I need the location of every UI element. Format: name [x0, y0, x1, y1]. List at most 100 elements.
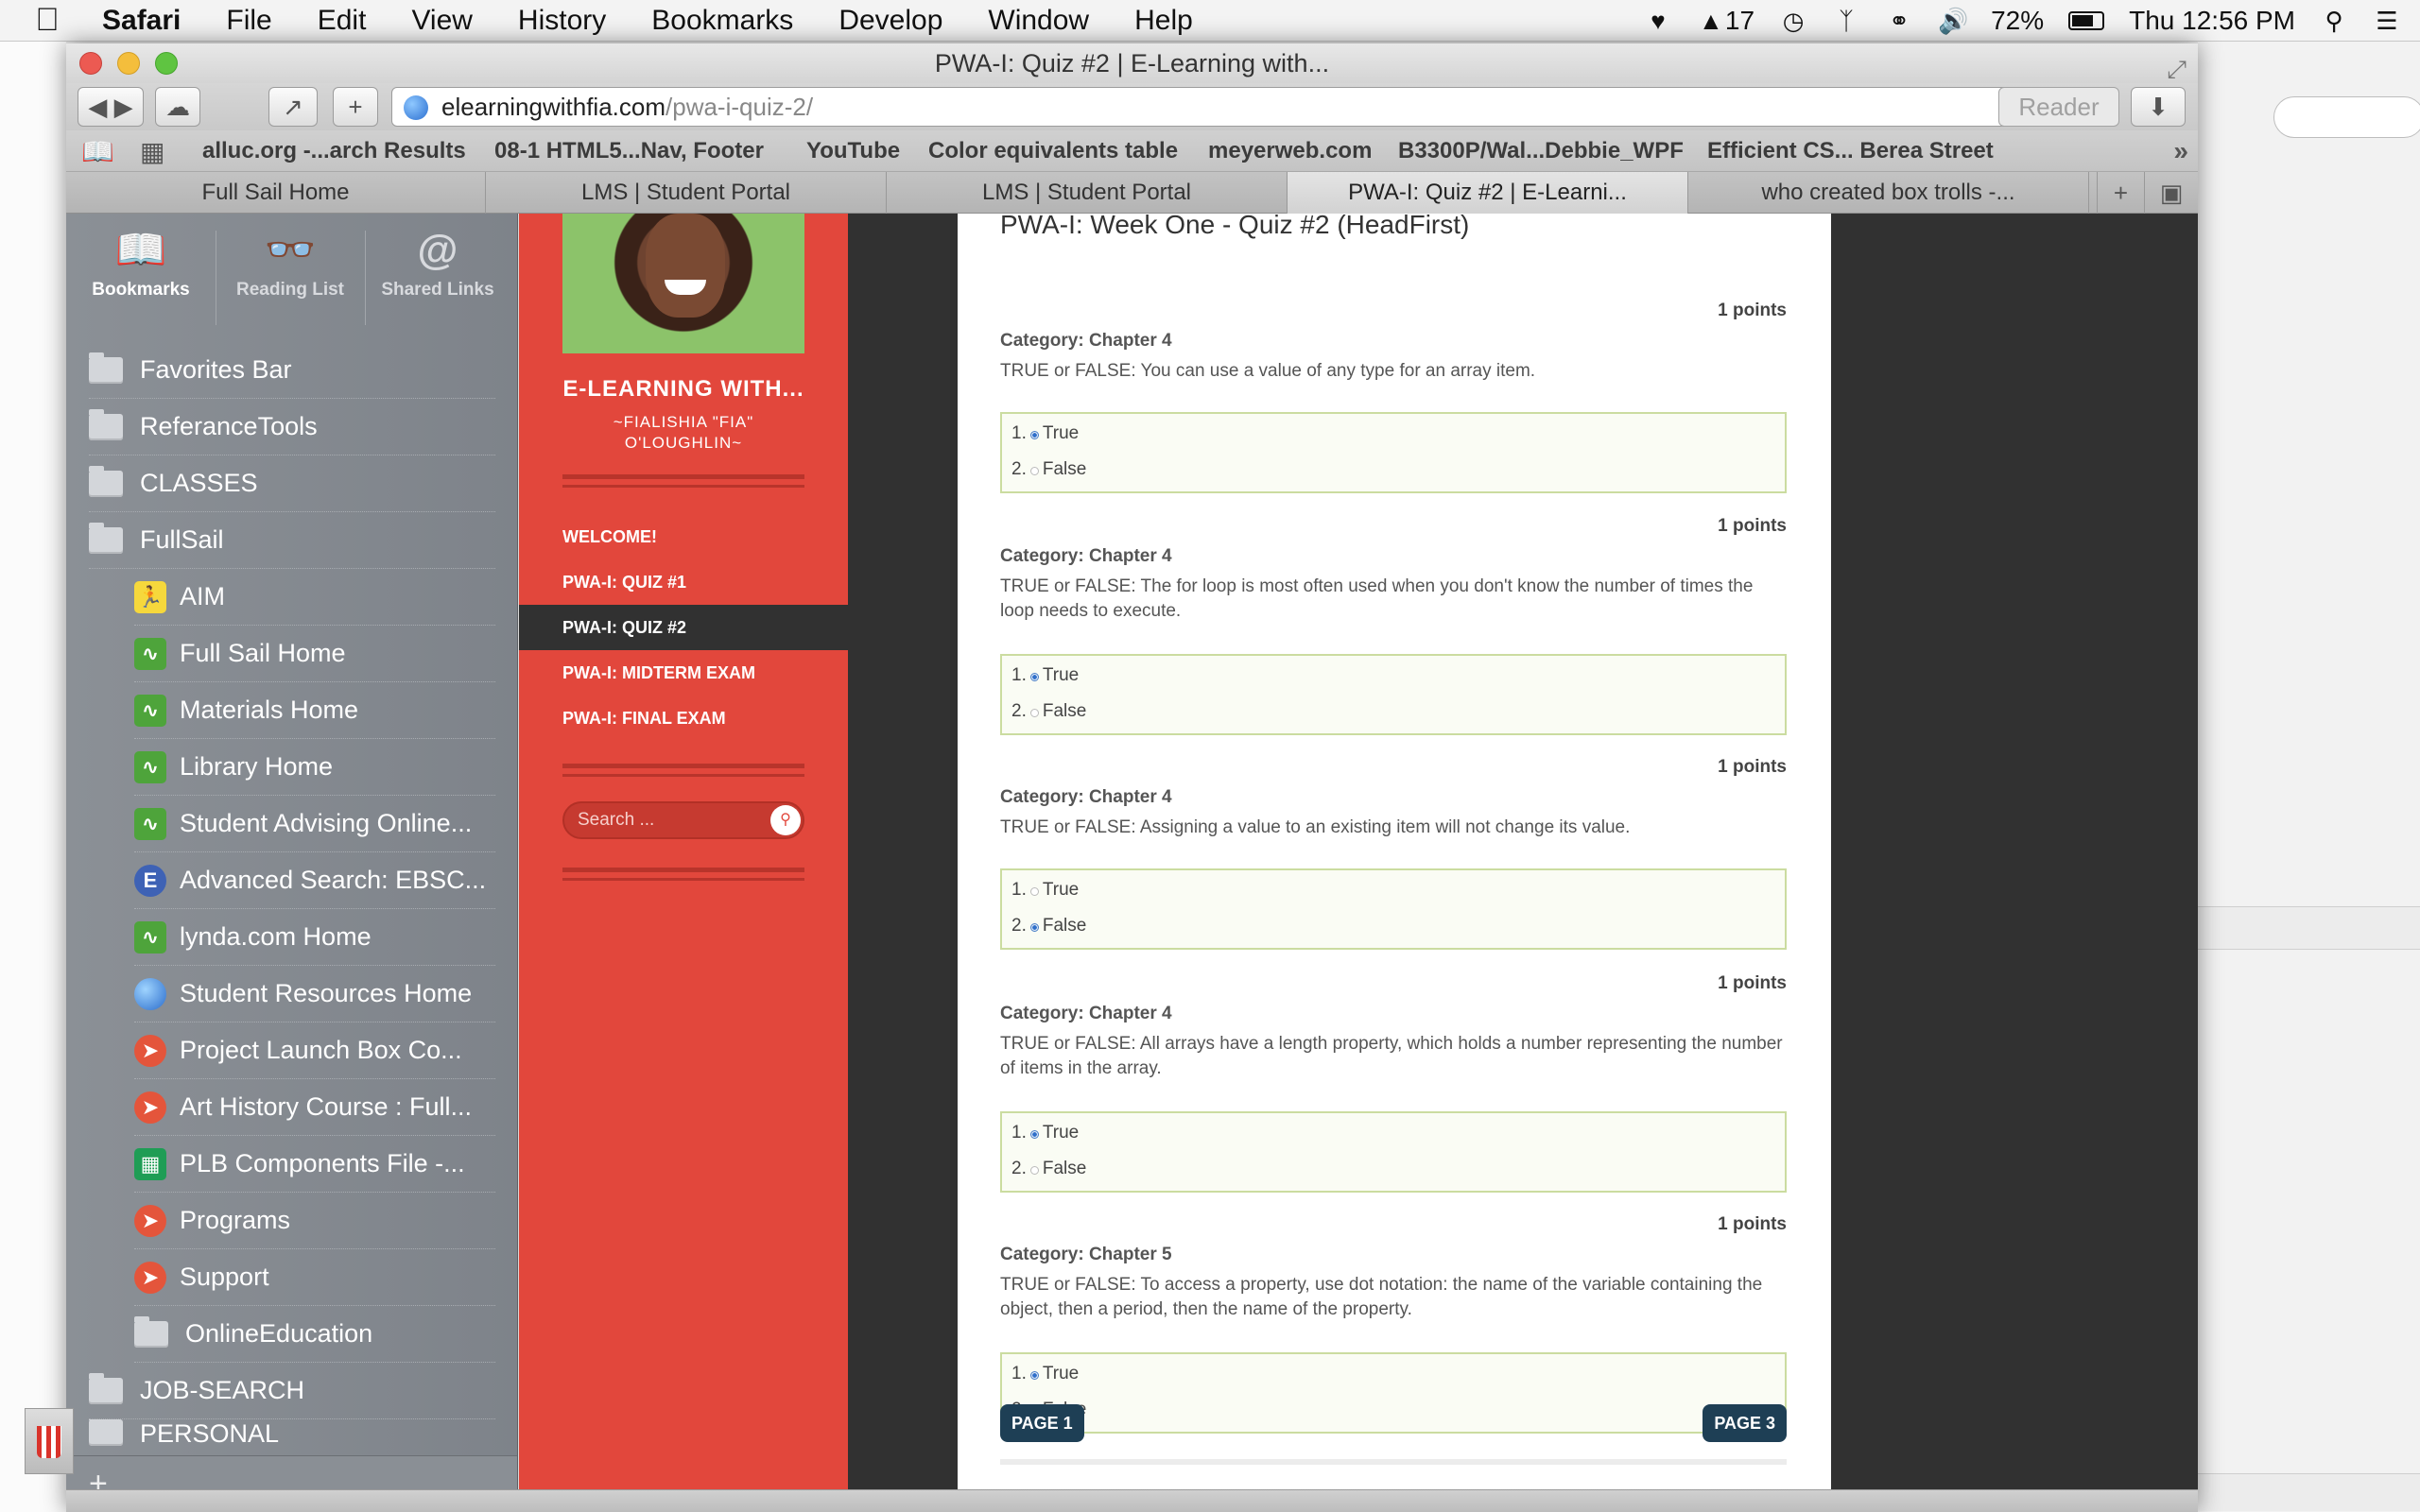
bookmark-plb-components[interactable]: ▦ PLB Components File -...	[134, 1136, 495, 1193]
tab-pwa-quiz-2[interactable]: PWA-I: Quiz #2 | E-Learni...	[1288, 172, 1688, 214]
site-search-input[interactable]: Search ... ⚲	[562, 801, 804, 839]
bookmark-link[interactable]: alluc.org -...arch Results	[202, 130, 466, 172]
menu-develop[interactable]: Develop	[816, 5, 965, 37]
radio-button[interactable]	[1029, 923, 1039, 932]
site-title[interactable]: E-LEARNING WITH...	[519, 376, 848, 403]
more-bookmarks-chevron-icon[interactable]: »	[2173, 130, 2188, 172]
bookmark-student-advising[interactable]: ∿ Student Advising Online...	[134, 796, 495, 852]
menu-view[interactable]: View	[389, 5, 494, 37]
radio-button[interactable]	[1029, 431, 1039, 439]
bookmark-folder-favorites-bar[interactable]: Favorites Bar	[89, 342, 495, 399]
tab-box-trolls[interactable]: who created box trolls -...	[1688, 172, 2089, 214]
bookmark-ebsco-search[interactable]: E Advanced Search: EBSC...	[134, 852, 495, 909]
answer-option-true[interactable]: 1. True	[1011, 1364, 1079, 1384]
show-sidebar-book-icon[interactable]: 📖	[81, 136, 114, 167]
next-page-button[interactable]: PAGE 3	[1703, 1404, 1787, 1442]
menu-history[interactable]: History	[495, 5, 629, 37]
top-sites-grid-icon[interactable]: ▦	[140, 136, 164, 167]
nav-final-exam[interactable]: PWA-I: FINAL EXAM	[519, 696, 848, 741]
time-machine-icon[interactable]: ◷	[1779, 7, 1807, 35]
add-bookmark-button[interactable]: +	[333, 87, 378, 127]
answer-option-false[interactable]: 2. False	[1011, 916, 1086, 936]
bookmark-materials-home[interactable]: ∿ Materials Home	[134, 682, 495, 739]
bookmark-link[interactable]: Efficient CS... Berea Street	[1707, 130, 1994, 172]
bookmark-folder-personal[interactable]: PERSONAL	[89, 1419, 495, 1455]
bookmark-link[interactable]: YouTube	[806, 130, 900, 172]
sidebar-tab-shared-links[interactable]: @ Shared Links	[367, 221, 509, 335]
new-tab-plus-icon[interactable]: +	[2097, 172, 2144, 214]
bookmark-folder-referancetools[interactable]: ReferanceTools	[89, 399, 495, 455]
icloud-tabs-button[interactable]: ☁	[155, 87, 200, 127]
clock[interactable]: Thu 12:56 PM	[2129, 6, 2295, 36]
volume-icon[interactable]: 🔊	[1938, 7, 1968, 35]
menu-edit[interactable]: Edit	[295, 5, 389, 37]
answer-option-false[interactable]: 2. False	[1011, 1159, 1086, 1179]
bookmark-library-home[interactable]: ∿ Library Home	[134, 739, 495, 796]
back-icon[interactable]: ◀	[88, 93, 107, 121]
popcorn-app-icon[interactable]	[25, 1408, 74, 1474]
menu-window[interactable]: Window	[965, 5, 1112, 37]
tab-lms-student-portal[interactable]: LMS | Student Portal	[486, 172, 887, 214]
battery-icon[interactable]	[2068, 11, 2105, 30]
bookmark-folder-fullsail[interactable]: FullSail	[89, 512, 495, 569]
radio-button[interactable]	[1029, 1130, 1039, 1139]
bookmark-link[interactable]: B3300P/Wal...Debbie_WPF	[1398, 130, 1684, 172]
zoom-window-button[interactable]	[155, 52, 178, 75]
answer-option-true[interactable]: 1. True	[1011, 423, 1079, 444]
bookmark-link[interactable]: Color equivalents table	[928, 130, 1178, 172]
tab-full-sail-home[interactable]: Full Sail Home	[66, 172, 486, 214]
notification-center-icon[interactable]: ☰	[2373, 7, 2401, 35]
bookmark-folder-onlineeducation[interactable]: OnlineEducation	[134, 1306, 495, 1363]
bookmark-lynda[interactable]: ∿ lynda.com Home	[134, 909, 495, 966]
bookmark-full-sail-home[interactable]: ∿ Full Sail Home	[134, 626, 495, 682]
radio-button[interactable]	[1029, 1166, 1039, 1175]
share-button[interactable]: ↗	[268, 87, 318, 127]
menu-app-name[interactable]: Safari	[95, 5, 203, 37]
bookmark-programs[interactable]: ➤ Programs	[134, 1193, 495, 1249]
radio-button[interactable]	[1029, 467, 1039, 475]
downloads-button[interactable]: ⬇	[2131, 87, 2186, 127]
apple-menu-icon[interactable]: 	[0, 2, 95, 39]
bookmark-project-launch-box[interactable]: ➤ Project Launch Box Co...	[134, 1022, 495, 1079]
sidebar-tab-bookmarks[interactable]: 📖 Bookmarks	[70, 221, 212, 335]
answer-option-false[interactable]: 2. False	[1011, 701, 1086, 722]
radio-button[interactable]	[1029, 673, 1039, 681]
nav-midterm-exam[interactable]: PWA-I: MIDTERM EXAM	[519, 650, 848, 696]
menu-help[interactable]: Help	[1112, 5, 1216, 37]
answer-option-true[interactable]: 1. True	[1011, 665, 1079, 686]
back-forward-buttons[interactable]: ◀ ▶	[78, 87, 144, 127]
forward-icon[interactable]: ▶	[114, 93, 133, 121]
minimize-window-button[interactable]	[117, 52, 140, 75]
adobe-status[interactable]: ▲17	[1697, 6, 1754, 36]
tab-view-icon[interactable]: ▣	[2144, 172, 2198, 214]
previous-page-button[interactable]: PAGE 1	[1000, 1404, 1084, 1442]
answer-option-true[interactable]: 1. True	[1011, 1123, 1079, 1143]
radio-button[interactable]	[1029, 709, 1039, 717]
sidebar-tab-reading-list[interactable]: 👓 Reading List	[219, 221, 361, 335]
nav-quiz-1[interactable]: PWA-I: QUIZ #1	[519, 559, 848, 605]
bookmark-folder-classes[interactable]: CLASSES	[89, 455, 495, 512]
menu-file[interactable]: File	[203, 5, 294, 37]
spotlight-search-icon[interactable]: ⚲	[2320, 7, 2348, 35]
answer-option-true[interactable]: 1. True	[1011, 880, 1079, 901]
bluetooth-icon[interactable]: ᛉ	[1832, 7, 1860, 35]
evernote-icon[interactable]: ♥	[1644, 7, 1672, 35]
radio-button[interactable]	[1029, 1371, 1039, 1380]
bookmark-aim[interactable]: 🏃 AIM	[134, 569, 495, 626]
bookmark-folder-job-search[interactable]: JOB-SEARCH	[89, 1363, 495, 1419]
nav-quiz-2[interactable]: PWA-I: QUIZ #2	[519, 605, 848, 650]
nav-welcome[interactable]: WELCOME!	[519, 514, 848, 559]
tab-lms-student-portal-2[interactable]: LMS | Student Portal	[887, 172, 1288, 214]
bookmark-support[interactable]: ➤ Support	[134, 1249, 495, 1306]
close-window-button[interactable]	[79, 52, 102, 75]
bookmark-link[interactable]: 08-1 HTML5...Nav, Footer	[494, 130, 764, 172]
bookmark-art-history[interactable]: ➤ Art History Course : Full...	[134, 1079, 495, 1136]
bookmark-student-resources[interactable]: Student Resources Home	[134, 966, 495, 1022]
radio-button[interactable]	[1029, 887, 1039, 896]
wifi-icon[interactable]: ⚭	[1885, 7, 1913, 35]
reader-button[interactable]: Reader	[1998, 87, 2119, 127]
address-bar[interactable]: elearningwithfia.com/pwa-i-quiz-2/ ↻	[391, 87, 2055, 127]
bookmark-link[interactable]: meyerweb.com	[1208, 130, 1372, 172]
menu-bookmarks[interactable]: Bookmarks	[629, 5, 816, 37]
search-submit-icon[interactable]: ⚲	[770, 805, 801, 835]
